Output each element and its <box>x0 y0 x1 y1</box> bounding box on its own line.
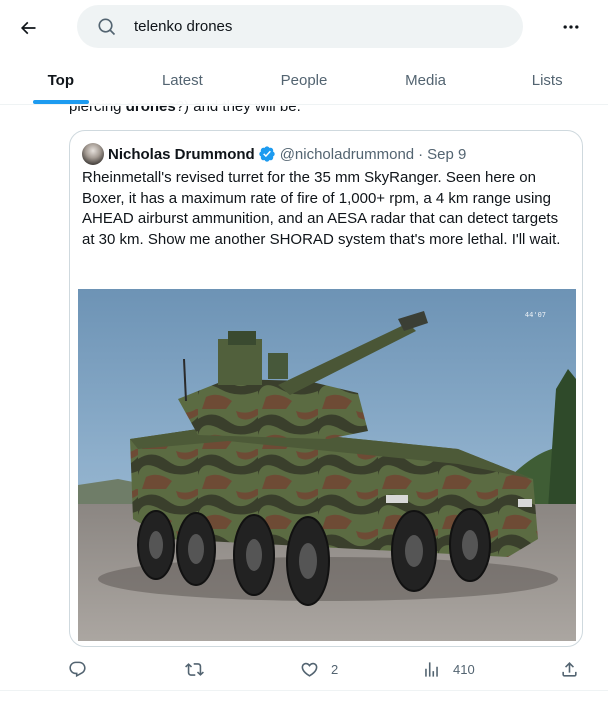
back-button[interactable] <box>10 10 46 46</box>
views-chart-icon <box>425 661 438 677</box>
more-horizontal-icon <box>563 25 579 29</box>
tab-latest[interactable]: Latest <box>122 56 244 104</box>
post-image[interactable]: 44'07 <box>78 289 576 641</box>
image-watermark: 44'07 <box>524 311 546 319</box>
tab-lists[interactable]: Lists <box>486 56 608 104</box>
arrow-left-icon <box>20 21 36 35</box>
tab-label: Media <box>405 71 446 89</box>
more-options-button[interactable] <box>554 10 588 44</box>
like-count: 2 <box>331 661 339 677</box>
share-button[interactable] <box>560 652 579 686</box>
quoted-post-card[interactable]: Nicholas Drummond @nicholadrummond · Sep… <box>69 130 583 647</box>
tab-label: Latest <box>161 71 203 89</box>
post-divider <box>0 690 608 691</box>
tab-label: Top <box>47 71 74 89</box>
views-button[interactable]: 410 <box>422 652 475 686</box>
tab-label: Lists <box>531 71 563 89</box>
quoted-post-header: Nicholas Drummond @nicholadrummond · Sep… <box>82 143 466 165</box>
repost-icon <box>185 662 204 676</box>
repost-button[interactable] <box>185 652 216 686</box>
verified-badge-icon <box>259 146 275 162</box>
search-input[interactable] <box>134 5 494 48</box>
search-tabs: Top Latest People Media Lists <box>0 56 608 104</box>
like-button[interactable]: 2 <box>300 652 338 686</box>
header-divider <box>0 104 608 105</box>
quoted-post-text: Rheinmetall's revised turret for the 35 … <box>82 169 561 248</box>
tab-label: People <box>280 71 328 89</box>
views-count: 410 <box>453 661 475 677</box>
separator-dot: · <box>418 145 424 163</box>
avatar[interactable] <box>82 143 104 165</box>
reply-icon <box>69 661 86 677</box>
share-icon <box>562 661 577 677</box>
search-box[interactable] <box>77 5 523 48</box>
author-handle[interactable]: @nicholadrummond <box>280 146 414 163</box>
author-name[interactable]: Nicholas Drummond <box>108 146 255 163</box>
tab-media[interactable]: Media <box>365 56 487 104</box>
tab-top[interactable]: Top <box>0 56 122 104</box>
reply-button[interactable] <box>68 652 99 686</box>
armored-vehicle-image <box>78 289 576 641</box>
post-actions-bar: 2 410 <box>60 652 590 686</box>
heart-icon <box>301 662 318 677</box>
tab-people[interactable]: People <box>243 56 365 104</box>
post-date[interactable]: Sep 9 <box>427 146 466 163</box>
search-icon <box>98 18 116 36</box>
search-header: Top Latest People Media Lists <box>0 0 608 106</box>
